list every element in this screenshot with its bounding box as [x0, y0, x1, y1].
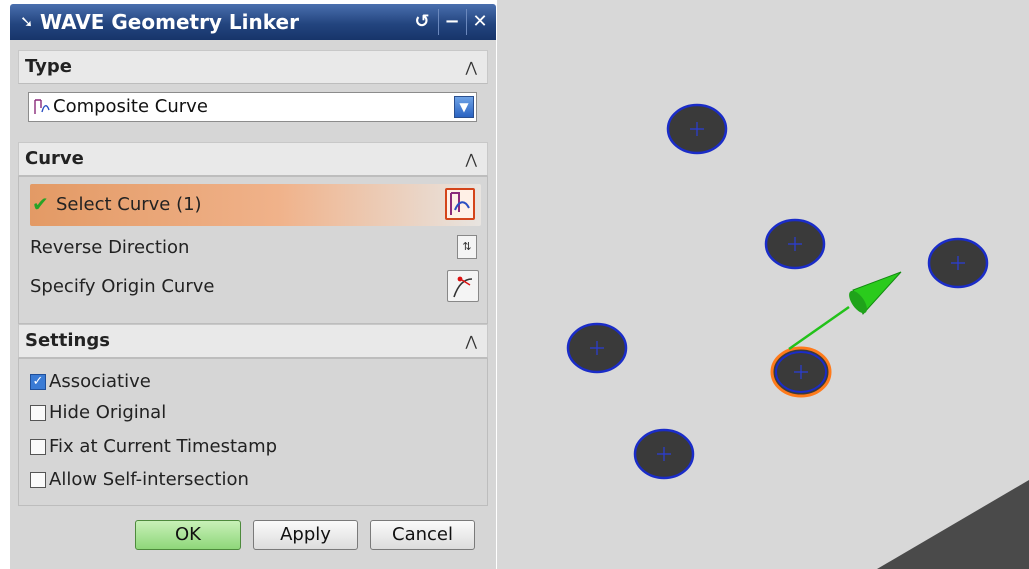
settings-group-label: Settings: [25, 330, 110, 351]
associative-label: Associative: [49, 371, 151, 392]
checkmark-icon: ✔: [32, 192, 49, 216]
close-icon[interactable]: ✕: [466, 9, 493, 35]
chevron-up-icon[interactable]: ⋀: [466, 149, 477, 171]
hole-selected[interactable]: [770, 346, 832, 398]
reset-icon[interactable]: ↺: [409, 9, 435, 35]
reverse-direction-icon[interactable]: ⇅: [457, 235, 477, 259]
checkbox-icon[interactable]: [30, 405, 46, 421]
dialog-titlebar[interactable]: ➘ WAVE Geometry Linker ↺ − ✕: [10, 4, 496, 40]
dark-surface: [877, 480, 1029, 569]
type-dropdown[interactable]: Composite Curve ▼: [28, 92, 477, 122]
origin-curve-icon[interactable]: [447, 270, 479, 302]
ok-button[interactable]: OK: [135, 520, 241, 550]
checkbox-icon[interactable]: [30, 472, 46, 488]
reverse-direction-row[interactable]: Reverse Direction ⇅: [30, 233, 481, 263]
dialog-body: Type ⋀ Composite Curve ▼ Curve ⋀ ✔ Selec…: [10, 40, 496, 569]
select-curve-row[interactable]: ✔ Select Curve (1): [30, 184, 481, 226]
viewport-canvas[interactable]: [497, 0, 1029, 569]
minimize-icon[interactable]: −: [438, 9, 465, 35]
type-group-header[interactable]: Type ⋀: [18, 50, 488, 84]
curve-group-header[interactable]: Curve ⋀: [18, 142, 488, 176]
cancel-button[interactable]: Cancel: [370, 520, 475, 550]
chevron-up-icon[interactable]: ⋀: [466, 331, 477, 353]
graphics-viewport[interactable]: [497, 0, 1029, 569]
direction-vector-arrow[interactable]: [788, 271, 902, 351]
fix-timestamp-label: Fix at Current Timestamp: [49, 436, 278, 457]
specify-origin-curve-row[interactable]: Specify Origin Curve: [30, 270, 481, 302]
chevron-down-icon[interactable]: ▼: [454, 96, 474, 118]
allow-self-intersection-label: Allow Self-intersection: [49, 469, 249, 490]
hide-original-label: Hide Original: [49, 402, 167, 423]
hole-1[interactable]: [666, 103, 728, 155]
curve-group-label: Curve: [25, 148, 84, 169]
chevron-up-icon[interactable]: ⋀: [466, 57, 477, 79]
hole-2[interactable]: [764, 218, 826, 270]
apply-button[interactable]: Apply: [253, 520, 358, 550]
arrow-cursor-icon: ➘: [20, 12, 34, 31]
hole-6[interactable]: [633, 428, 695, 480]
type-group-label: Type: [25, 56, 72, 77]
dialog-title: WAVE Geometry Linker: [40, 10, 299, 34]
type-selected-value: Composite Curve: [53, 96, 208, 117]
hole-4[interactable]: [566, 322, 628, 374]
hole-3[interactable]: [927, 237, 989, 289]
checkbox-checked-icon[interactable]: ✓: [30, 374, 46, 390]
curve-select-icon[interactable]: [445, 188, 475, 220]
specify-origin-curve-label: Specify Origin Curve: [30, 276, 215, 297]
reverse-direction-label: Reverse Direction: [30, 237, 190, 258]
checkbox-icon[interactable]: [30, 439, 46, 455]
select-curve-label: Select Curve (1): [56, 194, 202, 215]
settings-group-header[interactable]: Settings ⋀: [18, 324, 488, 358]
composite-curve-icon: [33, 98, 51, 120]
wave-geometry-linker-dialog: ➘ WAVE Geometry Linker ↺ − ✕ Type ⋀ Comp…: [0, 0, 497, 569]
